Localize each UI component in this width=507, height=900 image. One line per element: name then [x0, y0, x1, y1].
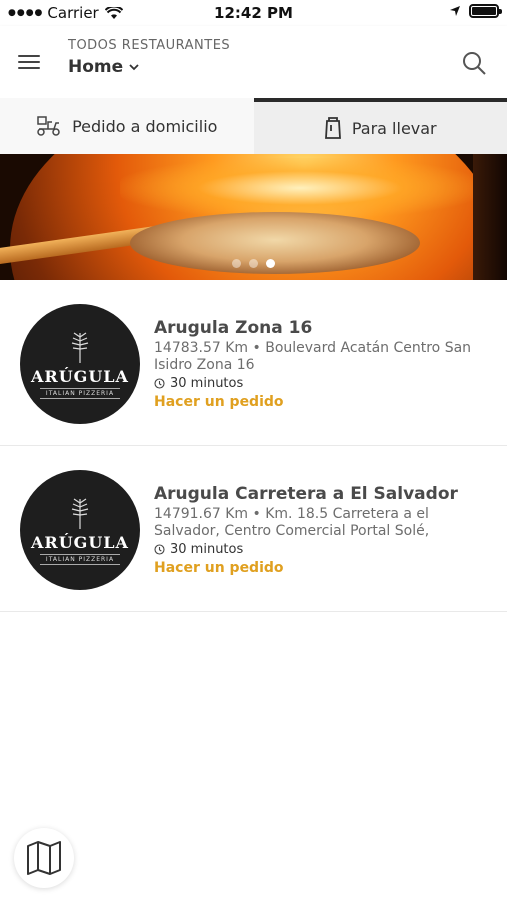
restaurant-address: 14783.57 Km • Boulevard Acatán Centro Sa… [154, 340, 472, 373]
restaurant-logo: ARÚGULA ITALIAN PIZZERIA [20, 304, 140, 424]
map-icon [27, 841, 61, 875]
status-bar: ●●●● Carrier 12:42 PM [0, 0, 507, 26]
oven-fire [120, 158, 480, 218]
restaurant-logo: ARÚGULA ITALIAN PIZZERIA [20, 470, 140, 590]
map-button[interactable] [14, 828, 74, 888]
restaurant-name: Arugula Zona 16 [154, 318, 313, 338]
wheat-icon [71, 498, 89, 529]
restaurant-name: Arugula Carretera a El Salvador [154, 484, 458, 504]
carousel-dot-active[interactable] [266, 259, 275, 268]
tab-delivery-label: Pedido a domicilio [72, 116, 218, 136]
restaurant-time: 30 minutos [154, 542, 484, 557]
restaurant-time-label: 30 minutos [170, 542, 244, 557]
title-block: TODOS RESTAURANTES Home [68, 38, 230, 77]
tab-takeaway[interactable]: Para llevar [253, 98, 507, 154]
carousel-dot[interactable] [232, 259, 241, 268]
order-button[interactable]: Hacer un pedido [154, 560, 484, 576]
restaurant-item[interactable]: ARÚGULA ITALIAN PIZZERIA Arugula Zona 16… [0, 280, 507, 446]
app-header: TODOS RESTAURANTES Home [0, 26, 507, 98]
location-label: Home [68, 57, 124, 77]
restaurant-time-label: 30 minutos [170, 376, 244, 391]
battery-icon [469, 4, 502, 18]
logo-tagline: ITALIAN PIZZERIA [39, 388, 121, 399]
status-time: 12:42 PM [214, 4, 293, 22]
takeaway-bag-icon [324, 117, 341, 139]
restaurant-info: Arugula Zona 16 14783.57 Km • Boulevard … [154, 318, 484, 410]
clock-icon [154, 378, 165, 389]
tab-delivery[interactable]: Pedido a domicilio [0, 98, 254, 154]
logo-tagline: ITALIAN PIZZERIA [39, 554, 121, 565]
order-type-tabs: Pedido a domicilio Para llevar [0, 98, 507, 154]
tab-takeaway-label: Para llevar [351, 118, 437, 138]
header-subtitle: TODOS RESTAURANTES [68, 38, 231, 53]
logo-name: ARÚGULA [31, 367, 129, 386]
chevron-down-icon [129, 63, 139, 70]
status-right [449, 4, 502, 18]
restaurant-item[interactable]: ARÚGULA ITALIAN PIZZERIA Arugula Carrete… [0, 446, 507, 612]
delivery-scooter-icon [37, 116, 60, 136]
menu-button[interactable] [18, 48, 48, 76]
wheat-icon [71, 332, 89, 363]
carousel-dot[interactable] [249, 259, 258, 268]
restaurant-list: ARÚGULA ITALIAN PIZZERIA Arugula Zona 16… [0, 280, 507, 612]
restaurant-address: 14791.67 Km • Km. 18.5 Carretera a el Sa… [154, 506, 430, 539]
order-button[interactable]: Hacer un pedido [154, 394, 484, 410]
location-arrow-icon [450, 6, 460, 16]
promo-banner[interactable] [0, 154, 507, 280]
search-button[interactable] [461, 50, 487, 76]
clock-icon [154, 544, 165, 555]
carousel-indicator [0, 259, 507, 268]
restaurant-time: 30 minutos [154, 376, 484, 391]
restaurant-info: Arugula Carretera a El Salvador 14791.67… [154, 484, 484, 576]
location-selector[interactable]: Home [68, 57, 230, 77]
logo-name: ARÚGULA [31, 533, 129, 552]
